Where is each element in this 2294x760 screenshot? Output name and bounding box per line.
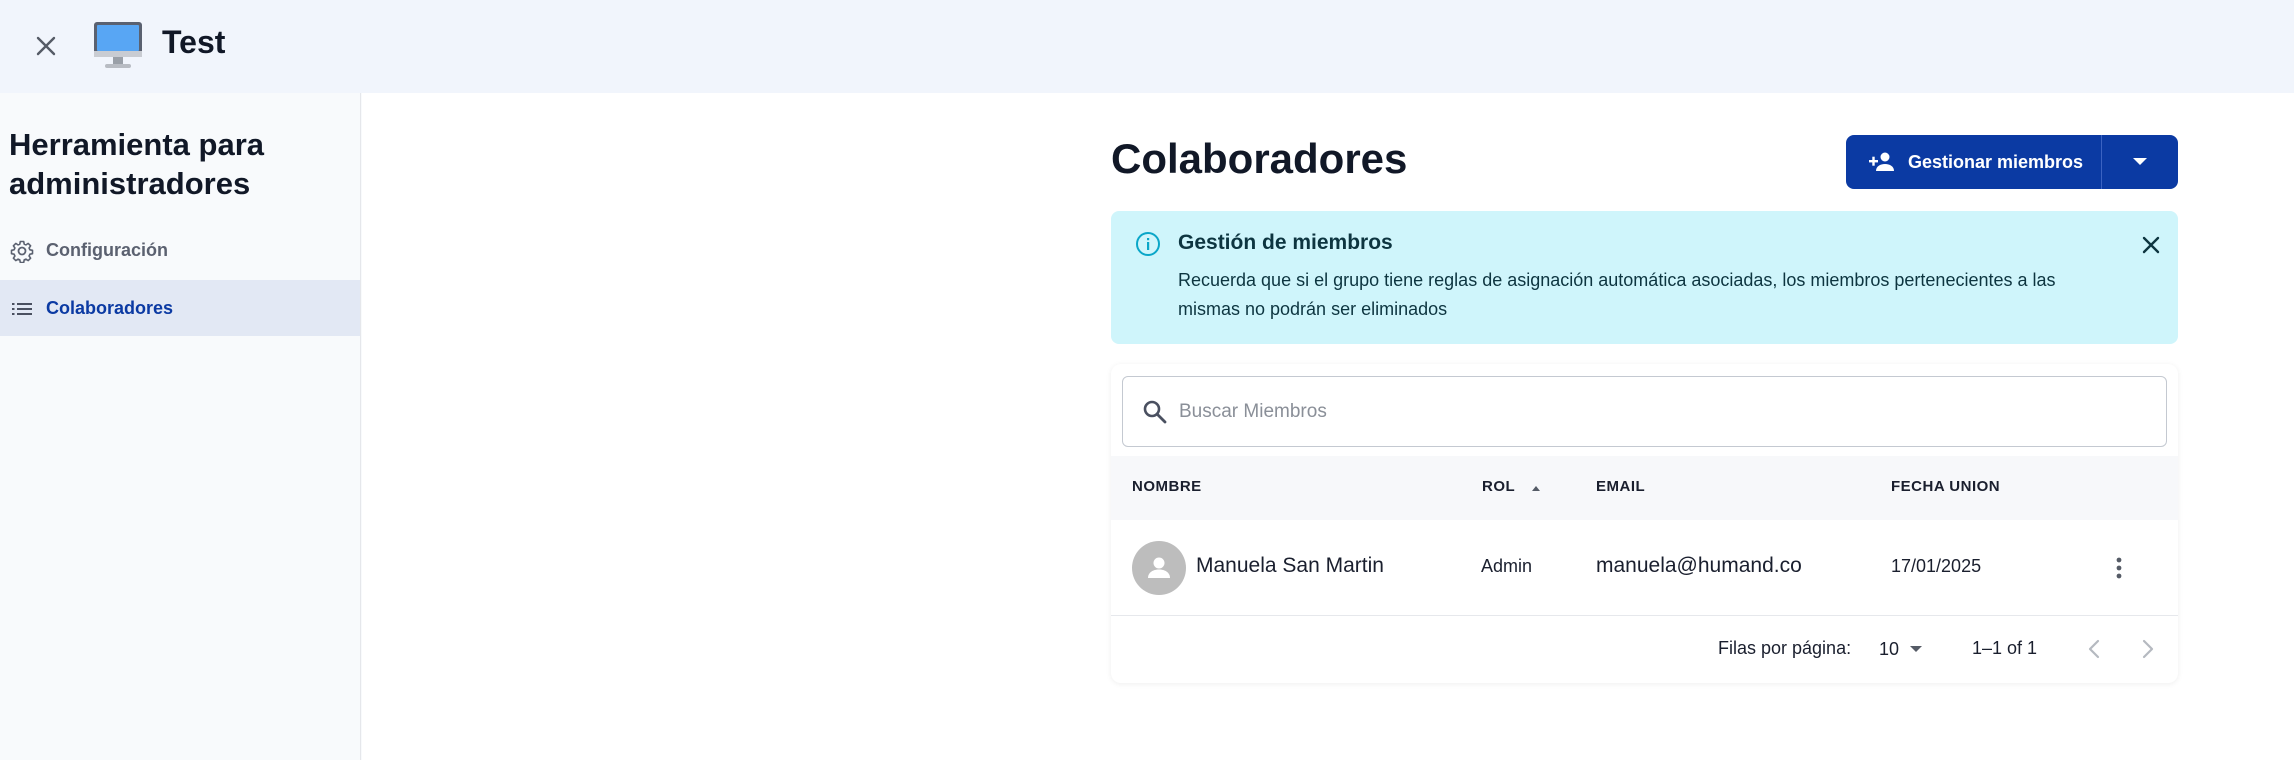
rows-per-page-value: 10 [1879, 638, 1900, 659]
sidebar-item-configuracion[interactable]: Configuración [0, 222, 360, 278]
table-header: NOMBRE ROL EMAIL FECHA UNION [1111, 456, 2178, 520]
manage-members-split-button: Gestionar miembros [1846, 135, 2178, 189]
close-icon [2142, 236, 2160, 254]
close-button[interactable] [28, 28, 64, 64]
list-icon [12, 303, 32, 315]
pagination-range: 1–1 of 1 [1972, 638, 2038, 658]
sidebar-item-label: Colaboradores [46, 298, 174, 318]
member-name: Manuela San Martin [1196, 554, 1384, 577]
manage-members-label: Gestionar miembros [1908, 151, 2084, 172]
person-add-icon [1869, 152, 1894, 171]
row-actions-button[interactable] [2101, 550, 2137, 586]
gear-icon [10, 240, 34, 263]
search-icon [1143, 400, 1167, 423]
member-join-date: 17/01/2025 [1891, 556, 1982, 576]
alert-message: Recuerda que si el grupo tiene reglas de… [1178, 270, 2056, 319]
chevron-right-icon [2142, 639, 2154, 659]
caret-down-icon [2133, 158, 2147, 165]
next-page-button[interactable] [2130, 631, 2166, 667]
table-row[interactable]: Manuela San Martin Admin manuela@humand.… [1111, 520, 2178, 616]
sort-ascending-icon[interactable] [1530, 483, 1542, 493]
more-vertical-icon [2116, 557, 2122, 579]
info-alert: Gestión de miembros Recuerda que si el g… [1111, 211, 2178, 344]
member-role: Admin [1481, 556, 1533, 576]
search-field [1122, 376, 2167, 447]
members-table-card: NOMBRE ROL EMAIL FECHA UNION Manuela San… [1111, 364, 2178, 683]
column-header-nombre[interactable]: NOMBRE [1132, 478, 1202, 495]
person-icon [1148, 557, 1170, 578]
sidebar: Herramienta para administradores Configu… [0, 93, 361, 760]
manage-members-dropdown-button[interactable] [2102, 135, 2178, 189]
sidebar-item-label: Configuración [46, 240, 168, 260]
top-bar: Test [0, 0, 2294, 93]
alert-close-button[interactable] [2135, 229, 2167, 261]
close-icon [36, 36, 56, 56]
caret-down-icon [1910, 646, 1923, 652]
rows-per-page-label: Filas por página: [1718, 638, 1852, 658]
sidebar-item-colaboradores[interactable]: Colaboradores [0, 280, 360, 336]
avatar [1132, 541, 1186, 595]
column-header-fecha-union[interactable]: FECHA UNION [1891, 478, 2000, 495]
previous-page-button[interactable] [2076, 631, 2112, 667]
desktop-computer-icon [94, 22, 142, 68]
manage-members-button[interactable]: Gestionar miembros [1846, 135, 2102, 189]
column-header-email[interactable]: EMAIL [1596, 478, 1645, 495]
page-title: Colaboradores [1111, 135, 1408, 182]
alert-title: Gestión de miembros [1178, 231, 1393, 254]
app-title: Test [162, 24, 226, 60]
search-input[interactable] [1179, 400, 2139, 423]
info-icon [1136, 232, 1160, 256]
sidebar-heading: Herramienta para administradores [9, 127, 265, 201]
chevron-left-icon [2088, 639, 2100, 659]
rows-per-page-select[interactable]: 10 [1875, 631, 1935, 667]
table-pagination: Filas por página: 10 1–1 of 1 [1111, 617, 2178, 681]
column-header-rol[interactable]: ROL [1482, 478, 1515, 495]
member-email: manuela@humand.co [1596, 554, 1802, 577]
